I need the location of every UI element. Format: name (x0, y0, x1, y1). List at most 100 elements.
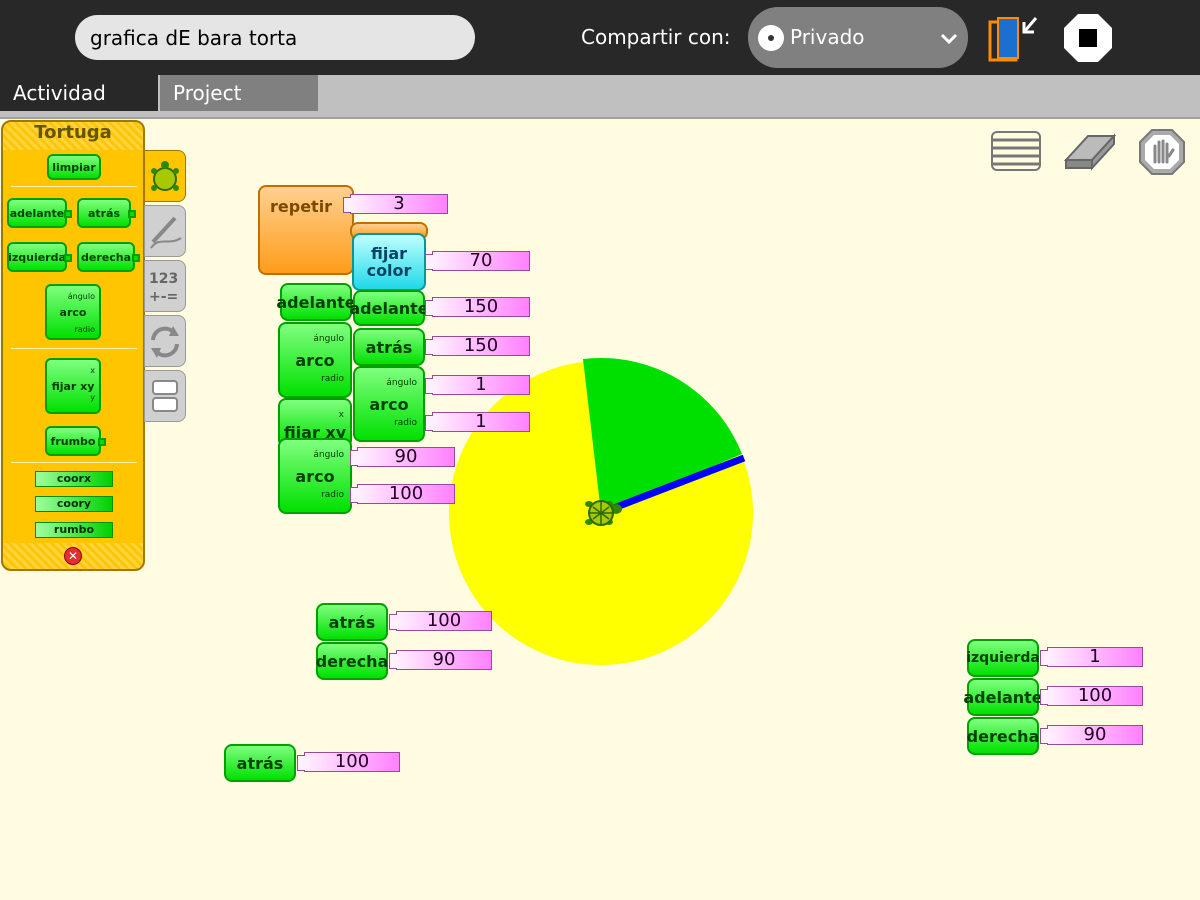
arc-radius-value[interactable]: 1 (425, 412, 530, 432)
palette-block-left[interactable]: izquierda (7, 242, 72, 272)
arc2-radius-value[interactable]: 100 (350, 484, 455, 504)
right-value[interactable]: 90 (389, 650, 492, 670)
chevron-down-icon (940, 33, 958, 45)
back-value-3[interactable]: 100 (297, 752, 400, 772)
left-block[interactable]: izquierda (966, 639, 1040, 677)
forward-value-3[interactable]: 100 (1040, 686, 1143, 706)
tab-flow[interactable] (144, 315, 186, 367)
palette-separator (11, 348, 137, 349)
block-label: atrás (328, 612, 376, 632)
block-label: adelante (963, 687, 1043, 707)
palette-block-ycor[interactable]: coory (35, 496, 113, 512)
repeat-block[interactable]: repetir (258, 185, 354, 275)
palette-block-back[interactable]: atrás (77, 198, 136, 228)
repeat-label: repetir (270, 197, 333, 216)
setxy-x-label: x (90, 366, 95, 375)
back-value[interactable]: 150 (425, 336, 530, 356)
palette-block-seth[interactable]: frumbo (45, 426, 106, 456)
palette-block-setxy[interactable]: x fijar xy y (45, 358, 101, 414)
block-label: atrás (87, 206, 121, 220)
arc-radius-label: radio (394, 418, 417, 428)
arc-block-3[interactable]: ángulo arco radio (353, 366, 425, 442)
title-input[interactable] (75, 15, 475, 60)
palette-title: Tortuga (3, 122, 143, 150)
block-label: limpiar (52, 160, 96, 174)
palette-block-forward[interactable]: adelante (7, 198, 72, 228)
setxy-y-label: y (90, 393, 95, 402)
palette-block-xcor[interactable]: coorx (35, 471, 113, 487)
stop-icon[interactable] (1064, 14, 1112, 62)
forward-block-3[interactable]: adelante (963, 678, 1043, 716)
tab-blocks[interactable] (144, 370, 186, 422)
block-label: derecha (315, 651, 389, 671)
block-label: adelante (349, 298, 429, 318)
block-label: derecha (966, 726, 1040, 746)
tab-row: Actividad Project (0, 75, 1200, 119)
block-label: atrás (236, 753, 284, 773)
forward-block-2[interactable]: adelante (349, 290, 429, 326)
palette-block-right[interactable]: derecha (77, 242, 140, 272)
forward-value[interactable]: 150 (425, 297, 530, 317)
block-label: arco (59, 305, 87, 319)
arc-angle-label: ángulo (67, 292, 95, 301)
arc-block-2[interactable]: ángulo arco radio (278, 438, 352, 514)
tab-activity[interactable]: Actividad (0, 75, 158, 111)
arc-radius-label: radio (74, 325, 95, 334)
palette-block-clean[interactable]: limpiar (47, 154, 101, 180)
setcolor-block[interactable]: fijar color (352, 233, 426, 291)
flow-icon (151, 326, 179, 358)
forward-block[interactable]: adelante (276, 283, 356, 321)
hide-blocks-icon[interactable] (990, 130, 1042, 172)
stop-hand-icon[interactable] (1138, 128, 1186, 176)
palette-footer: ✕ (3, 543, 143, 569)
block-label: arco (295, 466, 335, 486)
tab-numbers[interactable]: 123 +-= (144, 260, 186, 312)
close-icon[interactable]: ✕ (64, 547, 82, 565)
back-block[interactable]: atrás (353, 328, 425, 366)
eraser-icon[interactable] (1064, 130, 1116, 172)
tab-pen[interactable] (144, 205, 186, 257)
right-value-2[interactable]: 90 (1040, 725, 1143, 745)
turtle-icon (151, 161, 179, 191)
palette-block-arc[interactable]: ángulo arco radio (45, 284, 101, 340)
blocks-icon (152, 380, 178, 412)
tab-project[interactable]: Project (160, 75, 318, 111)
setxy-x-label: x (338, 410, 344, 420)
arc2-angle-value[interactable]: 90 (350, 447, 455, 467)
share-combo[interactable]: Privado (748, 7, 968, 68)
arc-angle-label: ángulo (313, 334, 344, 344)
block-label: derecha (81, 250, 131, 264)
arc-radius-label: radio (321, 374, 344, 384)
radio-dot-icon (758, 25, 784, 51)
arc-angle-label: ángulo (386, 378, 417, 388)
repeat-count[interactable]: 3 (343, 194, 448, 214)
arc-block[interactable]: ángulo arco radio (278, 322, 352, 398)
svg-text:123: 123 (149, 271, 178, 287)
left-value[interactable]: 1 (1040, 647, 1143, 667)
palette-block-heading[interactable]: rumbo (35, 522, 113, 538)
arc-angle-label: ángulo (313, 450, 344, 460)
tab-turtle[interactable] (144, 150, 186, 202)
arc-angle-value[interactable]: 1 (425, 375, 530, 395)
svg-text:+-=: +-= (149, 289, 178, 305)
back-block-2[interactable]: atrás (316, 603, 388, 641)
block-label: arco (295, 350, 335, 370)
activity-toolbar: Compartir con: Privado (0, 0, 1200, 75)
right-block[interactable]: derecha (316, 642, 388, 680)
block-label: izquierda (8, 250, 66, 264)
setcolor-label: fijar color (367, 245, 412, 279)
journal-keep-icon[interactable] (986, 12, 1040, 64)
palette-separator (11, 462, 137, 463)
block-label: adelante (9, 206, 65, 220)
back-block-3[interactable]: atrás (224, 744, 296, 782)
numbers-icon: 123 +-= (149, 271, 178, 305)
block-label: adelante (276, 292, 356, 312)
share-value: Privado (790, 25, 865, 49)
block-label: izquierda (966, 650, 1040, 666)
setcolor-value[interactable]: 70 (425, 251, 530, 271)
palette-separator (11, 186, 137, 187)
back-value-2[interactable]: 100 (389, 611, 492, 631)
turtle-palette: Tortuga limpiar adelante atrás izquierda… (1, 120, 145, 571)
pen-icon (150, 216, 182, 249)
right-block-2[interactable]: derecha (967, 717, 1039, 755)
